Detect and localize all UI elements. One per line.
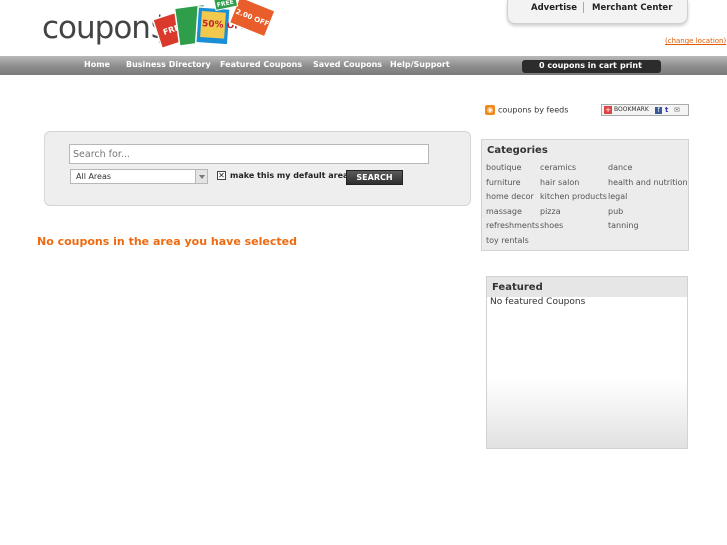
featured-title: Featured (492, 282, 543, 293)
advertise-link[interactable]: Advertise (531, 3, 577, 13)
category-link-shoes[interactable]: shoes (540, 221, 563, 230)
categories-panel: Categories boutique ceramics dance furni… (481, 139, 689, 251)
top-links-divider (583, 2, 584, 13)
category-link-legal[interactable]: legal (608, 192, 627, 201)
top-links-box: Advertise Merchant Center (507, 0, 688, 24)
search-input[interactable] (69, 144, 429, 164)
bookmark-label: BOOKMARK (614, 106, 649, 113)
feeds-label: coupons by feeds (498, 105, 569, 115)
default-area-label: make this my default area (230, 171, 349, 180)
email-icon: ✉ (674, 106, 680, 114)
categories-title: Categories (487, 145, 548, 156)
chevron-down-icon[interactable] (195, 170, 207, 183)
coupon-stack-logo-art: FREE 50% OFF 2.00 OFF FREE (153, 0, 277, 50)
category-link-pub[interactable]: pub (608, 207, 623, 216)
category-link-pizza[interactable]: pizza (540, 207, 561, 216)
category-link-refreshments[interactable]: refreshments (486, 221, 539, 230)
nav-saved-coupons[interactable]: Saved Coupons (313, 60, 382, 69)
category-link-dance[interactable]: dance (608, 163, 632, 172)
category-link-tanning[interactable]: tanning (608, 221, 639, 230)
facebook-icon: f (655, 107, 662, 114)
area-select[interactable]: All Areas (70, 169, 208, 184)
category-link-health-and-nutrition[interactable]: health and nutrition (608, 178, 688, 187)
print-link[interactable]: print (620, 61, 642, 70)
area-select-value: All Areas (76, 172, 112, 181)
category-link-home-decor[interactable]: home decor (486, 192, 534, 201)
site-logo[interactable]: coupon$ (42, 10, 170, 46)
category-link-furniture[interactable]: furniture (486, 178, 521, 187)
cart-count-link[interactable]: 0 coupons in cart (539, 61, 617, 70)
category-link-ceramics[interactable]: ceramics (540, 163, 576, 172)
nav-featured-coupons[interactable]: Featured Coupons (220, 60, 302, 69)
featured-empty-text: No featured Coupons (490, 297, 586, 307)
category-link-kitchen-products[interactable]: kitchen products (540, 192, 607, 201)
cart-bar: 0 coupons in cart print (522, 60, 661, 73)
bookmark-button[interactable]: + BOOKMARK f t ✉ (601, 104, 689, 116)
default-area-checkbox[interactable]: ✕ (217, 171, 226, 180)
plus-icon: + (604, 106, 612, 114)
category-link-massage[interactable]: massage (486, 207, 522, 216)
twitter-icon: t (665, 106, 669, 114)
category-link-boutique[interactable]: boutique (486, 163, 521, 172)
coupons-by-feeds-link[interactable]: ◉ coupons by feeds (485, 105, 568, 115)
rss-icon: ◉ (485, 105, 495, 115)
featured-panel: Featured No featured Coupons (486, 276, 688, 449)
change-location-link[interactable]: (change location) (665, 37, 726, 45)
search-button[interactable]: SEARCH (346, 170, 403, 185)
merchant-center-link[interactable]: Merchant Center (592, 3, 672, 13)
category-link-toy-rentals[interactable]: toy rentals (486, 236, 529, 245)
featured-header: Featured (487, 277, 687, 297)
nav-home[interactable]: Home (84, 60, 110, 69)
category-link-hair-salon[interactable]: hair salon (540, 178, 579, 187)
nav-business-directory[interactable]: Business Directory (126, 60, 211, 69)
no-coupons-message: No coupons in the area you have selected (37, 235, 297, 248)
nav-help-support[interactable]: Help/Support (390, 60, 450, 69)
